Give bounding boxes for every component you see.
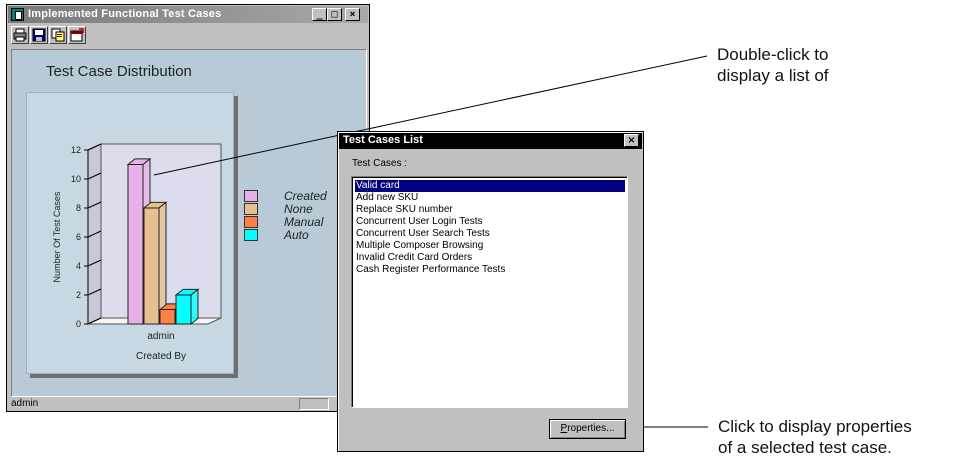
callout-bottom-line2: of a selected test case. bbox=[718, 438, 892, 457]
list-item[interactable]: Concurrent User Login Tests bbox=[355, 216, 625, 228]
list-item[interactable]: Concurrent User Search Tests bbox=[355, 228, 625, 240]
properties-label: roperties... bbox=[567, 423, 615, 434]
test-cases-label: Test Cases : bbox=[352, 158, 408, 169]
test-cases-listbox[interactable]: Valid card Add new SKU Replace SKU number C… bbox=[351, 176, 628, 408]
test-cases-dialog: Test Cases List × Test Cases : Valid car… bbox=[337, 131, 644, 452]
callout-bottom: Click to display properties of a selecte… bbox=[718, 416, 912, 458]
callout-top-line1: Double-click to bbox=[717, 45, 829, 64]
properties-button[interactable]: Properties... bbox=[549, 419, 626, 439]
list-item[interactable]: Cash Register Performance Tests bbox=[355, 264, 625, 276]
list-item[interactable]: Multiple Composer Browsing bbox=[355, 240, 625, 252]
dialog-title: Test Cases List bbox=[343, 134, 423, 146]
callout-top: Double-click to display a list of bbox=[717, 44, 829, 86]
callout-bottom-line1: Click to display properties bbox=[718, 417, 912, 436]
list-item[interactable]: Add new SKU bbox=[355, 192, 625, 204]
dialog-title-bar[interactable]: Test Cases List × bbox=[339, 133, 642, 149]
list-item[interactable]: Replace SKU number bbox=[355, 204, 625, 216]
callout-top-line2: display a list of bbox=[717, 66, 829, 85]
list-item[interactable]: Valid card bbox=[355, 180, 625, 192]
list-item[interactable]: Invalid Credit Card Orders bbox=[355, 252, 625, 264]
dialog-close-button[interactable]: × bbox=[624, 134, 639, 147]
